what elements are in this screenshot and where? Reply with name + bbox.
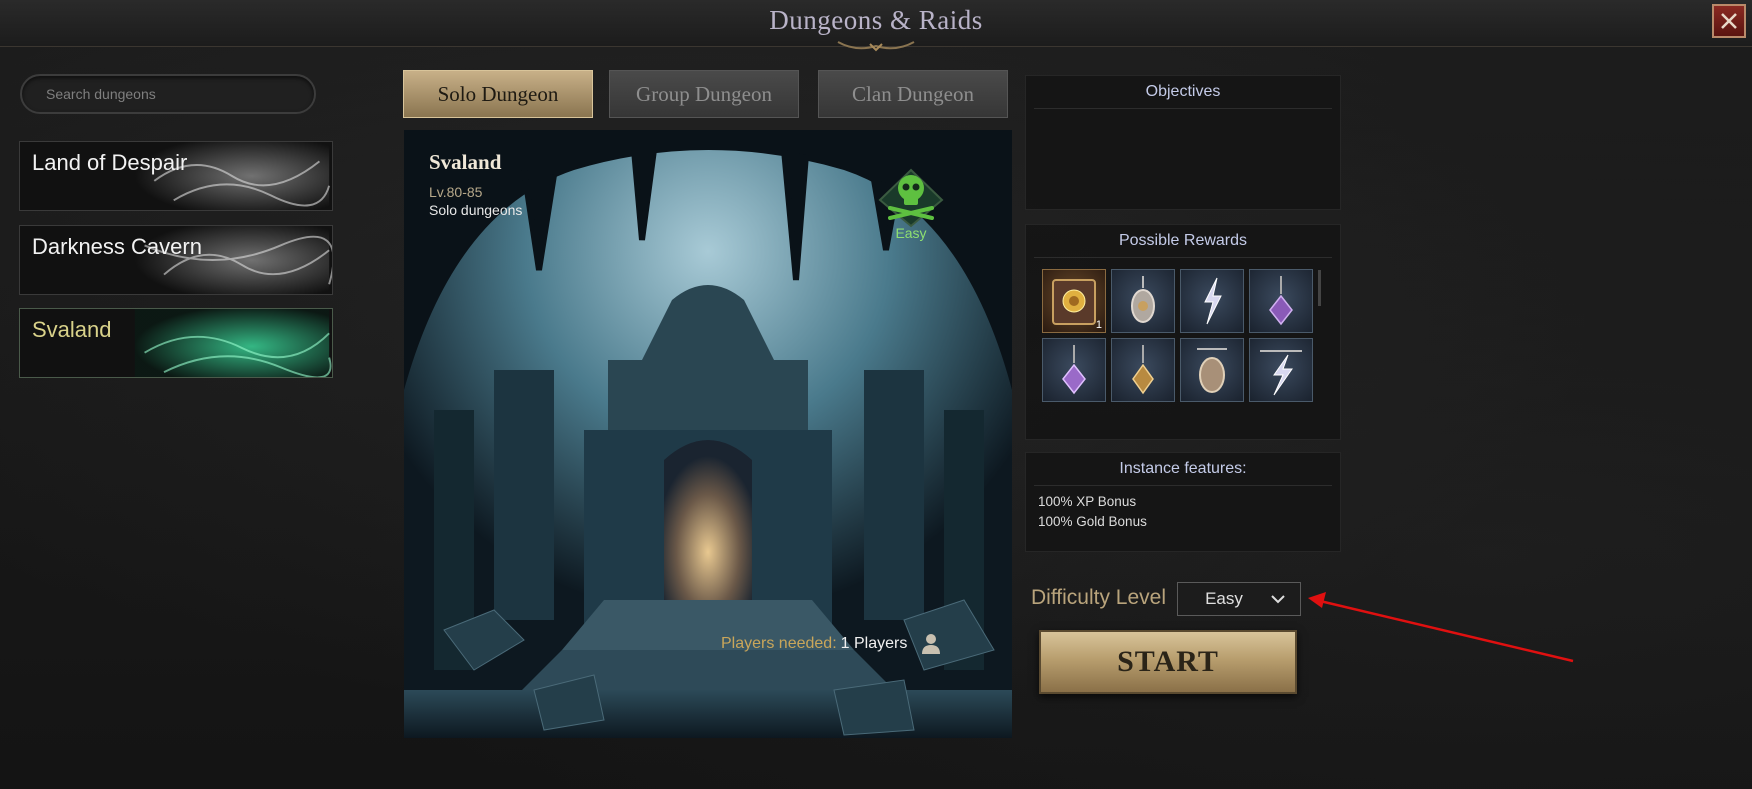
rewards-title: Possible Rewards: [1034, 225, 1332, 258]
difficulty-select[interactable]: Easy: [1177, 582, 1301, 616]
title-ornament-icon: [837, 41, 915, 52]
chevron-down-icon: [1271, 595, 1285, 604]
lightning-pendant-icon: [1260, 350, 1302, 396]
reward-slot[interactable]: [1111, 269, 1175, 333]
amulet-icon: [1197, 348, 1227, 393]
reward-slot[interactable]: [1111, 338, 1175, 402]
purple-gem-pendant-icon: [1269, 276, 1293, 326]
difficulty-badge-label: Easy: [895, 225, 927, 241]
rewards-panel: Possible Rewards 1: [1025, 224, 1341, 440]
dungeon-list-label: Svaland: [32, 317, 112, 342]
dungeon-level: Lv.80-85: [429, 184, 483, 200]
players-needed: Players needed: 1 Players: [721, 633, 941, 655]
search-input[interactable]: [44, 85, 288, 103]
objectives-title: Objectives: [1034, 76, 1332, 109]
difficulty-label: Difficulty Level: [1031, 586, 1167, 609]
dungeon-list-label: Land of Despair: [32, 150, 188, 175]
dungeon-thumbnail: [134, 309, 332, 377]
features-title: Instance features:: [1034, 453, 1332, 486]
reward-slot[interactable]: [1180, 269, 1244, 333]
tab-group-dungeon[interactable]: Group Dungeon: [609, 70, 799, 118]
reward-slot[interactable]: [1249, 269, 1313, 333]
players-needed-label: Players needed:: [721, 635, 837, 652]
objectives-panel: Objectives: [1025, 75, 1341, 210]
feature-line: 100% Gold Bonus: [1038, 514, 1147, 529]
dungeon-list-item-svaland[interactable]: Svaland: [19, 308, 333, 378]
dungeon-name: Svaland: [429, 150, 502, 174]
dungeon-list-item-darkness-cavern[interactable]: Darkness Cavern: [19, 225, 333, 295]
rewards-grid: 1: [1042, 269, 1313, 402]
player-icon: [922, 634, 941, 654]
skull-difficulty-icon: [878, 168, 944, 228]
tab-solo-dungeon[interactable]: Solo Dungeon: [403, 70, 593, 118]
reward-count: 1: [1095, 319, 1102, 331]
title-bar: Dungeons & Raids: [0, 0, 1752, 52]
gold-gem-pendant-icon: [1132, 345, 1154, 395]
lightning-pendant-icon: [1204, 277, 1222, 325]
reward-slot[interactable]: [1249, 338, 1313, 402]
purple-gem-pendant-icon: [1062, 345, 1086, 395]
difficulty-selected-value: Easy: [1205, 589, 1243, 608]
reward-slot[interactable]: [1042, 338, 1106, 402]
start-button[interactable]: START: [1039, 630, 1297, 694]
reward-slot[interactable]: [1180, 338, 1244, 402]
dungeon-type: Solo dungeons: [429, 202, 523, 218]
tab-clan-dungeon[interactable]: Clan Dungeon: [818, 70, 1008, 118]
reward-slot[interactable]: 1: [1042, 269, 1106, 333]
window-title: Dungeons & Raids: [769, 5, 983, 35]
close-button[interactable]: [1712, 4, 1746, 38]
dungeon-list-label: Darkness Cavern: [32, 234, 202, 259]
features-panel: Instance features: 100% XP Bonus 100% Go…: [1025, 452, 1341, 552]
amulet-icon: [1131, 276, 1155, 323]
search-box[interactable]: [20, 74, 316, 114]
dungeon-list-item-land-of-despair[interactable]: Land of Despair: [19, 141, 333, 211]
players-needed-value: 1 Players: [840, 635, 908, 652]
feature-line: 100% XP Bonus: [1038, 494, 1137, 509]
close-icon: [1721, 13, 1737, 29]
rewards-scrollbar[interactable]: [1318, 270, 1321, 306]
